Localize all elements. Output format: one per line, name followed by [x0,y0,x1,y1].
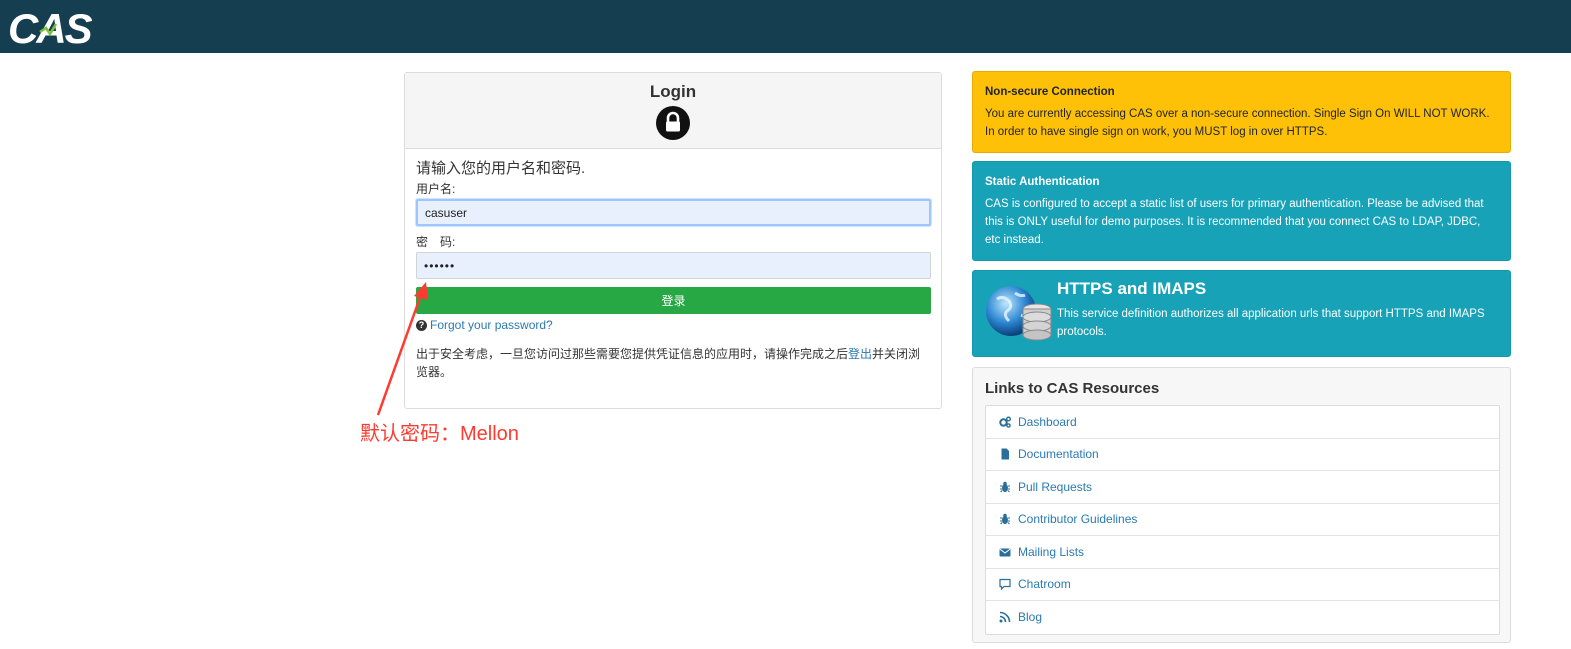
lock-icon [656,106,690,140]
resource-label: Mailing Lists [1018,544,1085,559]
resource-link-contributor-guidelines[interactable]: Contributor Guidelines [986,504,1499,536]
resource-link-chatroom[interactable]: Chatroom [986,569,1499,601]
static-auth-alert-text: CAS is configured to accept a static lis… [985,198,1484,246]
resources-list: Dashboard Documentation Pull Requests Co… [985,405,1500,635]
forgot-password-row: ? Forgot your password? [416,318,930,332]
resource-label: Blog [1018,610,1043,625]
bug-icon [998,480,1012,494]
resource-link-documentation[interactable]: Documentation [986,439,1499,471]
login-title: Login [649,82,697,101]
cas-logo[interactable]: CAS [6,2,92,50]
https-service-alert: HTTPS and IMAPS This service definition … [972,270,1511,357]
https-alert-text: This service definition authorizes all a… [1057,308,1485,338]
envelope-icon [998,545,1012,559]
static-auth-alert: Static Authentication CAS is configured … [972,161,1511,261]
resource-link-pull-requests[interactable]: Pull Requests [986,471,1499,504]
resource-link-mailing-lists[interactable]: Mailing Lists [986,536,1499,569]
resource-label: Chatroom [1018,577,1071,592]
resource-label: Contributor Guidelines [1018,512,1138,527]
login-prompt: 请输入您的用户名和密码. [416,160,586,177]
nonsecure-alert: Non-secure Connection You are currently … [972,71,1511,153]
password-input[interactable] [416,252,931,279]
https-alert-title: HTTPS and IMAPS [1057,279,1207,298]
rss-icon [998,610,1012,624]
cas-resources-panel: Links to CAS Resources Dashboard Documen… [972,367,1511,643]
annotation-arrow [376,282,428,416]
login-form: 请输入您的用户名和密码. 用户名: 密 码: 登录 ? Forgot your … [405,149,941,381]
logo-text: CAS [8,5,92,50]
logout-notice: 出于安全考虑，一旦您访问过那些需要您提供凭证信息的应用时，请操作完成之后登出并关… [416,345,926,381]
username-label: 用户名: [416,182,456,196]
login-card-header: Login [405,73,941,149]
logout-link[interactable]: 登出 [848,347,872,361]
gears-icon [998,415,1012,429]
file-icon [998,447,1012,461]
resource-link-blog[interactable]: Blog [986,601,1499,634]
globe-database-icon [986,286,1052,341]
comment-icon [998,577,1012,591]
forgot-password-link[interactable]: Forgot your password? [430,318,553,332]
annotation-text: 默认密码：Mellon [360,423,519,445]
login-card: Login 请输入您的用户名和密码. 用户名: 密 码: 登录 ? Forgot… [404,72,942,409]
notice-text-before: 出于安全考虑，一旦您访问过那些需要您提供凭证信息的应用时，请操作完成之后 [416,347,849,361]
resources-title: Links to CAS Resources [985,380,1160,397]
login-button[interactable]: 登录 [416,287,931,314]
resource-label: Dashboard [1018,414,1077,429]
nonsecure-alert-text: You are currently accessing CAS over a n… [985,108,1490,138]
resource-label: Pull Requests [1018,479,1093,494]
bug-icon [998,512,1012,526]
top-navbar: CAS [0,0,1571,53]
resource-link-dashboard[interactable]: Dashboard [986,406,1499,439]
username-input[interactable] [416,199,931,226]
resource-label: Documentation [1018,447,1099,462]
static-auth-alert-title: Static Authentication [985,176,1100,188]
nonsecure-alert-title: Non-secure Connection [985,86,1115,98]
password-label: 密 码: [416,235,456,249]
